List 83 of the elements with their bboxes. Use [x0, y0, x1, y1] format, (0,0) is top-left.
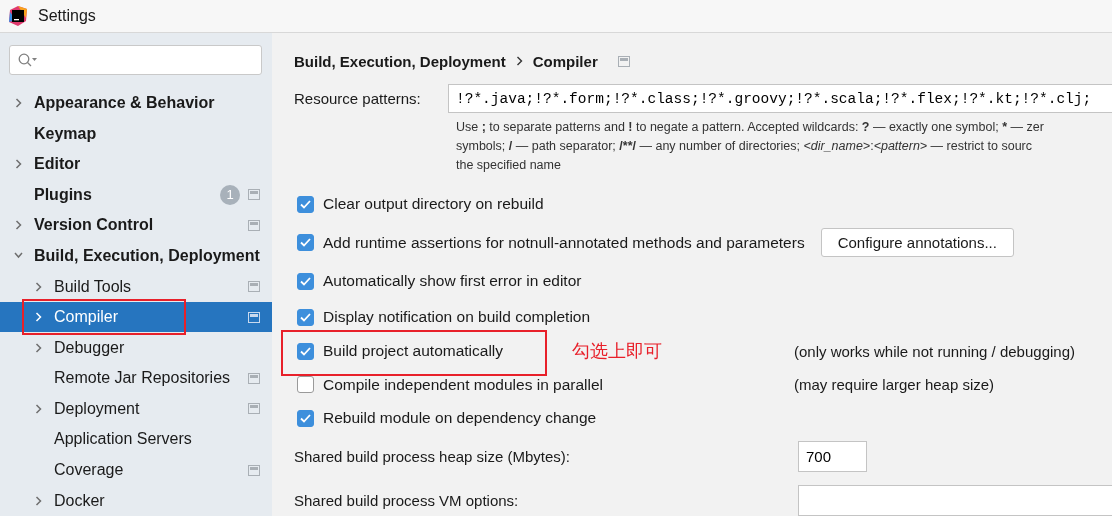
tree-item[interactable]: Docker: [0, 485, 272, 516]
tree-item-label[interactable]: Deployment: [54, 399, 248, 418]
checkbox[interactable]: [297, 308, 314, 326]
count-badge: 1: [220, 184, 240, 205]
tree-item[interactable]: Keymap: [0, 118, 272, 149]
tree-item[interactable]: Coverage: [0, 454, 272, 486]
search-icon: [18, 52, 38, 67]
check-icon: [300, 199, 311, 209]
tree-item-label[interactable]: Build Tools: [54, 277, 248, 296]
project-level-icon: [248, 281, 260, 292]
tree-item-label[interactable]: Compiler: [54, 308, 248, 327]
field-label: Shared build process heap size (Mbytes):: [294, 448, 571, 465]
checkbox[interactable]: [297, 195, 314, 213]
field-label: Shared build process VM options:: [294, 492, 520, 509]
tree-item-label[interactable]: Debugger: [54, 338, 260, 357]
chevron-right-icon[interactable]: [14, 219, 23, 232]
checkbox[interactable]: [297, 376, 314, 393]
tree-item[interactable]: Build Tools: [0, 271, 272, 302]
chevron-right-icon[interactable]: [34, 341, 43, 354]
chevron-right-icon[interactable]: [34, 311, 43, 324]
checkbox-label[interactable]: Automatically show first error in editor: [323, 272, 582, 290]
chevron-right-icon[interactable]: [14, 158, 23, 171]
app-logo-icon: [8, 6, 28, 26]
tree-item-label[interactable]: Docker: [54, 491, 260, 510]
tree-item[interactable]: Remote Jar Repositories: [0, 363, 272, 394]
configure-annotations-button[interactable]: Configure annotations...: [820, 228, 1014, 257]
tree-item[interactable]: Version Control: [0, 210, 272, 241]
tree-item[interactable]: Application Servers: [0, 424, 272, 455]
tree-item[interactable]: Plugins 1: [0, 179, 272, 210]
option-note: (only works while not running / debugging): [794, 342, 1075, 360]
chevron-right-icon[interactable]: [14, 96, 23, 109]
project-level-icon: [248, 189, 260, 201]
field-label: Resource patterns:: [294, 90, 422, 107]
checkbox-label[interactable]: Clear output directory on rebuild: [323, 195, 544, 213]
checkbox-label[interactable]: Build project automatically: [323, 342, 504, 360]
annotation-note: 勾选上即可: [572, 340, 662, 363]
checkbox[interactable]: [297, 234, 314, 251]
check-icon: [300, 276, 311, 286]
chevron-right-icon[interactable]: [34, 402, 43, 415]
tree-item[interactable]: Appearance & Behavior: [0, 87, 272, 119]
tree-item-label[interactable]: Keymap: [34, 124, 260, 143]
checkbox-label[interactable]: Display notification on build completion: [323, 308, 591, 326]
tree-item[interactable]: Compiler: [0, 301, 272, 333]
checkbox[interactable]: [297, 272, 314, 290]
heap-size-field[interactable]: 700: [798, 441, 867, 472]
tree-item-label[interactable]: Version Control: [34, 216, 248, 235]
chevron-right-icon[interactable]: [34, 280, 43, 293]
check-icon: [300, 312, 311, 322]
project-level-icon: [248, 372, 260, 384]
tree-item-label[interactable]: Remote Jar Repositories: [54, 369, 248, 388]
checkbox-label[interactable]: Add runtime assertions for notnull-annotated methods and parameters: [323, 233, 805, 252]
chevron-right-icon[interactable]: [34, 494, 43, 507]
project-level-icon: [248, 403, 260, 415]
tree-item[interactable]: Deployment: [0, 393, 272, 425]
checkbox-label[interactable]: Compile independent modules in parallel: [323, 375, 604, 394]
breadcrumb-separator-icon: [515, 56, 523, 66]
tree-item-label[interactable]: Coverage: [54, 461, 248, 480]
help-text: Use ; to separate patterns and ! to negate a pattern. Accepted wildcards: ? — exactly one symbol; * — zer symbols; / — path separator; /**/ — any number of directories; <dir_name>:<pattern> — restrict to sourc the specified name: [456, 119, 1045, 174]
tree-item-label[interactable]: Build, Execution, Deployment: [34, 246, 260, 265]
vm-options-field[interactable]: [798, 485, 1112, 516]
checkbox[interactable]: [297, 342, 314, 360]
tree-item-label[interactable]: Application Servers: [54, 430, 260, 449]
tree-item[interactable]: Build, Execution, Deployment: [0, 240, 272, 272]
checkbox-label[interactable]: Rebuild module on dependency change: [323, 409, 597, 427]
tree-item-label[interactable]: Appearance & Behavior: [34, 93, 260, 112]
check-icon: [300, 238, 311, 247]
tree-item-label[interactable]: Editor: [34, 155, 260, 174]
window-title: Settings: [38, 7, 96, 25]
project-level-icon: [248, 311, 260, 323]
breadcrumb-item: Compiler: [532, 52, 598, 70]
tree-item[interactable]: Debugger: [0, 332, 272, 363]
check-icon: [300, 413, 311, 423]
breadcrumb-item: Build, Execution, Deployment: [294, 52, 506, 70]
project-level-icon: [248, 464, 260, 476]
search-field[interactable]: [9, 45, 262, 75]
option-note: (may require larger heap size): [794, 376, 995, 393]
project-level-icon: [248, 219, 260, 231]
checkbox[interactable]: [297, 409, 314, 427]
resource-patterns-field[interactable]: !?*.java;!?*.form;!?*.class;!?*.groovy;!?*.scala;!?*.flex;!?*.kt;!?*.clj;: [448, 84, 1112, 113]
tree-item-label[interactable]: Plugins: [34, 185, 220, 204]
tree-item[interactable]: Editor: [0, 148, 272, 180]
project-level-icon: [617, 55, 630, 67]
check-icon: [300, 346, 311, 356]
